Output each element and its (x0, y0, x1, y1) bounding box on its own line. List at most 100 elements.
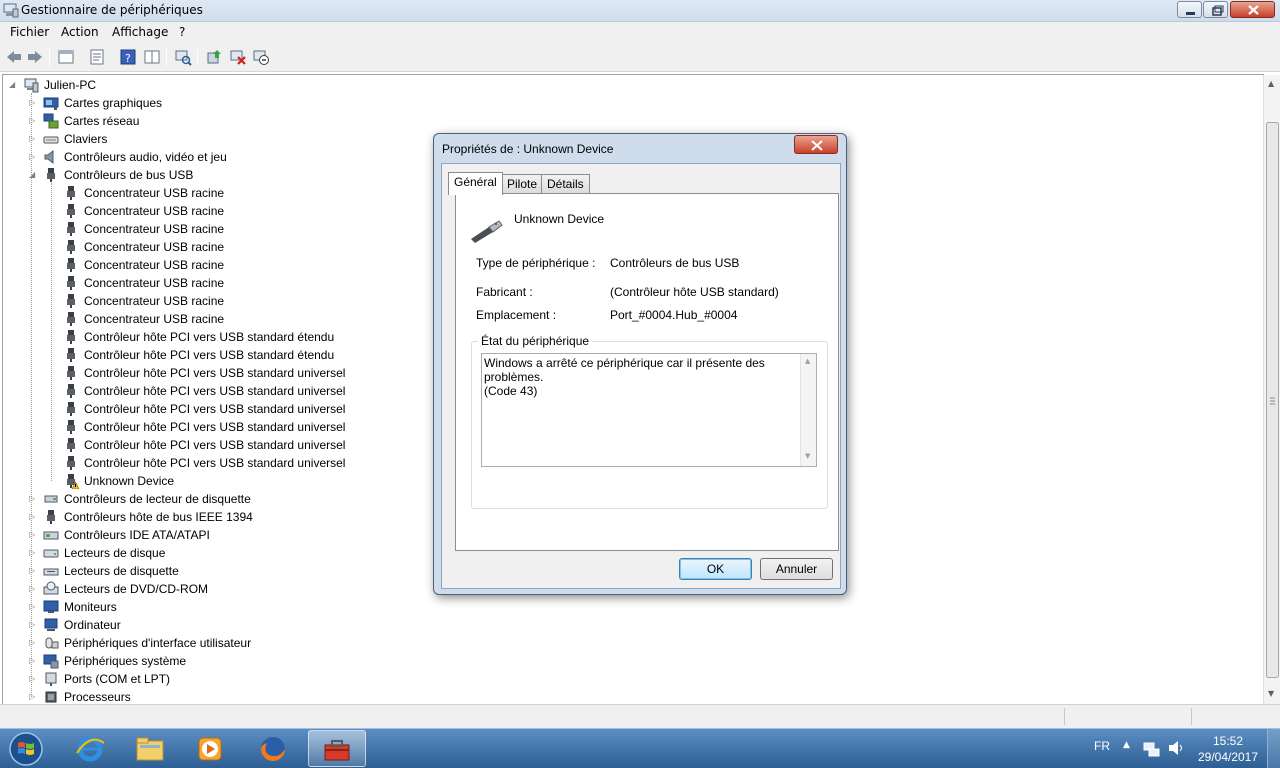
taskbar-explorer[interactable] (122, 730, 180, 767)
menu-affichage[interactable]: Affichage (112, 25, 168, 39)
status-scrollbar[interactable]: ▲ ▼ (800, 354, 816, 466)
taskbar-media-player[interactable] (182, 730, 240, 767)
status-separator (1064, 708, 1065, 725)
manufacturer-label: Fabricant : (476, 285, 533, 299)
usb-icon (67, 240, 75, 254)
dialog-close-button[interactable] (794, 135, 838, 154)
clock-date[interactable]: 29/04/2017 (1196, 750, 1260, 764)
ieee1394-icon (47, 510, 55, 524)
restore-icon (1212, 5, 1224, 16)
close-icon (1248, 5, 1259, 15)
menu-fichier[interactable]: Fichier (10, 25, 49, 39)
scroll-up-arrow-icon[interactable]: ▲ (1268, 79, 1274, 88)
show-desktop-button[interactable] (1267, 729, 1280, 768)
back-arrow-icon[interactable] (5, 48, 23, 66)
forward-arrow-icon[interactable] (26, 48, 44, 66)
audio-icon (44, 149, 54, 165)
display-adapter-icon (43, 97, 59, 110)
device-type-value: Contrôleurs de bus USB (610, 256, 740, 270)
properties-dialog: Propriétés de : Unknown Device Général P… (433, 133, 847, 595)
toolbar-separator (197, 49, 198, 66)
tree-item-label: Claviers (64, 132, 108, 146)
tree-item-label: Contrôleur hôte PCI vers USB standard un… (84, 438, 346, 452)
tab-pilote[interactable]: Pilote (501, 174, 544, 193)
clock-time[interactable]: 15:52 (1200, 734, 1256, 748)
taskbar: FR ▲ 15:52 29/04/2017 (0, 728, 1280, 768)
tree-item-label: Concentrateur USB racine (84, 258, 225, 272)
media-player-icon (198, 737, 222, 761)
network-icon[interactable] (1143, 740, 1161, 758)
menu-help[interactable]: ? (179, 25, 185, 39)
help-icon[interactable]: ? (119, 48, 137, 66)
usb-icon (67, 456, 75, 470)
tree-item-label: Moniteurs (64, 600, 117, 614)
dialog-body: Général Pilote Détails Unknown Device Ty… (441, 163, 841, 589)
properties-icon[interactable] (88, 48, 106, 66)
processor-icon (45, 691, 57, 703)
tree-item-label: Concentrateur USB racine (84, 312, 225, 326)
update-driver-icon[interactable] (205, 48, 223, 66)
tree-item-label: Concentrateur USB racine (84, 240, 225, 254)
show-hidden-icons-arrow-icon[interactable]: ▲ (1123, 740, 1130, 750)
tree-guide-line (51, 183, 52, 481)
usb-icon (67, 348, 75, 362)
location-label: Emplacement : (476, 308, 557, 322)
device-status-group: État du périphérique Windows a arrêté ce… (471, 334, 828, 509)
usb-device-icon (471, 220, 503, 243)
system-devices-icon (43, 654, 59, 669)
tree-item-label: Contrôleurs audio, vidéo et jeu (64, 150, 227, 164)
taskbar-ie[interactable] (62, 730, 120, 767)
ok-button[interactable]: OK (679, 558, 752, 580)
manufacturer-value: (Contrôleur hôte USB standard) (610, 285, 779, 299)
tree-scrollbar[interactable]: ▲ ▼ (1263, 75, 1280, 704)
hid-icon (45, 637, 59, 649)
tree-item-label: Périphériques système (64, 654, 187, 668)
cancel-button[interactable]: Annuler (760, 558, 833, 580)
usb-icon (67, 204, 75, 218)
taskbar-firefox[interactable] (245, 730, 303, 767)
scrollbar-thumb[interactable] (1266, 95, 1279, 725)
tab-details[interactable]: Détails (541, 174, 590, 193)
minimize-button[interactable] (1177, 1, 1202, 18)
maximize-button[interactable] (1203, 1, 1228, 18)
usb-icon (67, 258, 75, 272)
device-status-legend: État du périphérique (478, 334, 593, 348)
disk-drive-icon (43, 549, 59, 558)
tray-language[interactable]: FR (1094, 739, 1110, 753)
tree-item-label: Contrôleur hôte PCI vers USB standard un… (84, 456, 346, 470)
close-window-button[interactable] (1230, 1, 1275, 18)
location-value: Port_#0004.Hub_#0004 (610, 308, 738, 322)
ports-icon (45, 672, 57, 686)
tree-item-label: Contrôleurs de lecteur de disquette (64, 492, 251, 506)
scroll-up-arrow-icon[interactable]: ▲ (805, 357, 810, 365)
device-status-textbox[interactable]: Windows a arrêté ce périphérique car il … (481, 353, 817, 467)
tree-item-label: Ordinateur (64, 618, 121, 632)
menu-action[interactable]: Action (61, 25, 99, 39)
tab-general[interactable]: Général (448, 172, 503, 195)
disable-device-icon[interactable] (252, 48, 270, 66)
device-status-text: Windows a arrêté ce périphérique car il … (484, 356, 765, 398)
volume-icon[interactable] (1167, 739, 1185, 757)
usb-icon (47, 168, 55, 182)
uninstall-icon[interactable] (229, 48, 247, 66)
list-view-icon[interactable] (143, 48, 161, 66)
start-button[interactable] (4, 731, 48, 767)
tree-item-label: Contrôleurs IDE ATA/ATAPI (64, 528, 210, 542)
scroll-down-arrow-icon[interactable]: ▼ (805, 452, 810, 460)
collapse-arrow-icon[interactable]: ◢ (9, 76, 18, 94)
tree-item-label: Processeurs (64, 690, 131, 704)
toolbar: ? (0, 43, 1280, 72)
dialog-title: Propriétés de : Unknown Device (442, 142, 614, 156)
tree-item-label: Contrôleur hôte PCI vers USB standard un… (84, 366, 346, 380)
tree-item-label: Contrôleur hôte PCI vers USB standard un… (84, 384, 346, 398)
scan-hardware-icon[interactable] (174, 48, 192, 66)
usb-icon (67, 384, 75, 398)
tree-item-label: Contrôleur hôte PCI vers USB standard ét… (84, 348, 335, 362)
keyboard-icon (43, 136, 59, 144)
view-icon[interactable] (57, 48, 75, 66)
usb-icon (67, 186, 75, 200)
tree-item-label: Lecteurs de disquette (64, 564, 179, 578)
status-separator (1191, 708, 1192, 725)
taskbar-device-manager[interactable] (308, 730, 366, 767)
scroll-down-arrow-icon[interactable]: ▼ (1268, 689, 1274, 698)
